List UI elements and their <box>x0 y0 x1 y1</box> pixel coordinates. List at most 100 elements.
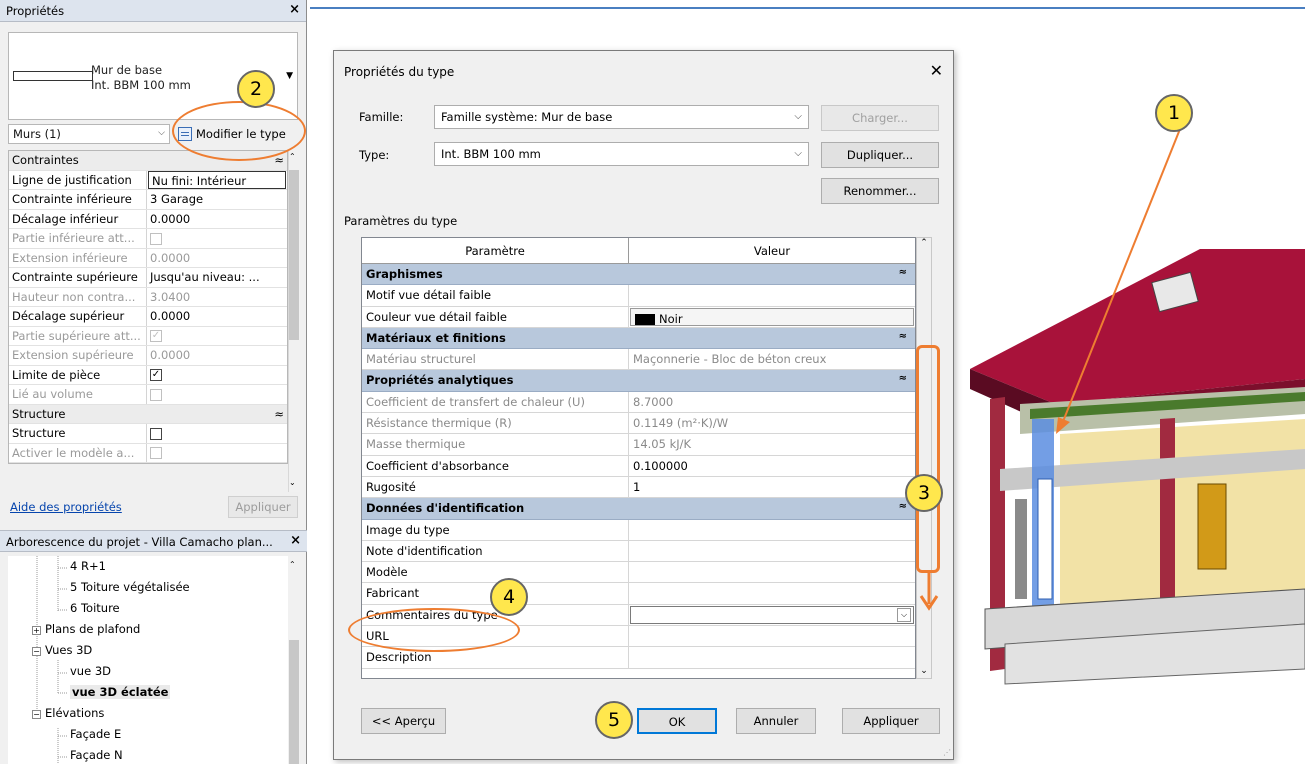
ok-button[interactable]: OK <box>637 708 717 734</box>
param-value[interactable] <box>629 541 915 561</box>
param-value[interactable]: 1 <box>629 477 915 497</box>
table-row[interactable]: Motif vue détail faible <box>362 285 915 307</box>
collapse-icon[interactable]: ≈ <box>899 373 911 387</box>
property-value[interactable] <box>147 366 287 385</box>
checkbox[interactable] <box>150 427 162 440</box>
scroll-up-icon[interactable]: ⌃ <box>289 152 296 161</box>
scroll-up-icon[interactable]: ⌃ <box>289 560 296 569</box>
chevron-down-icon[interactable]: ⌵ <box>897 607 911 622</box>
table-row[interactable]: Modèle <box>362 562 915 584</box>
table-row[interactable]: Rugosité 1 <box>362 476 915 499</box>
collapse-icon[interactable]: ≈ <box>899 331 911 345</box>
tree-node-toiture[interactable]: 6 Toiture <box>70 601 120 615</box>
annotation-ellipse-2 <box>172 101 306 161</box>
column-header-parameter[interactable]: Paramètre <box>362 238 629 263</box>
tree-node-elevations[interactable]: − Elévations <box>32 706 104 720</box>
type-properties-dialog: Propriétés du type ✕ Famille: Famille sy… <box>333 50 954 760</box>
property-row[interactable]: Décalage supérieur 0.0000 <box>9 307 287 327</box>
expand-icon[interactable]: + <box>32 626 41 635</box>
table-row[interactable]: Masse thermique 14.05 kJ/K <box>362 434 915 456</box>
collapse-icon[interactable]: − <box>32 710 41 719</box>
param-value[interactable]: ⌵ <box>629 605 915 625</box>
tree-node-facade-n[interactable]: Façade N <box>70 748 123 762</box>
partition-panel <box>1015 499 1027 599</box>
scroll-down-icon[interactable]: ⌄ <box>289 478 296 487</box>
dialog-apply-button[interactable]: Appliquer <box>842 708 940 734</box>
property-value[interactable]: Nu fini: Intérieur <box>148 170 286 189</box>
collapse-icon[interactable]: ≈ <box>274 407 284 422</box>
close-icon[interactable]: × <box>289 3 300 17</box>
group-header-materials[interactable]: Matériaux et finitions ≈ <box>362 327 915 350</box>
cancel-button[interactable]: Annuler <box>736 708 816 734</box>
tree-node-vue-3d[interactable]: vue 3D <box>70 664 111 678</box>
property-value[interactable]: 0.0000 <box>147 210 287 229</box>
param-value[interactable]: 0.1149 (m²·K)/W <box>629 413 915 433</box>
load-button[interactable]: Charger... <box>821 105 939 131</box>
properties-apply-button[interactable]: Appliquer <box>228 496 298 518</box>
param-value[interactable] <box>629 583 915 603</box>
property-row[interactable]: Contrainte inférieure 3 Garage <box>9 190 287 210</box>
collapse-icon[interactable]: − <box>32 647 41 656</box>
close-icon[interactable]: ✕ <box>930 61 943 80</box>
table-row[interactable]: Coefficient de transfert de chaleur (U) 8… <box>362 391 915 414</box>
properties-scrollbar-thumb[interactable] <box>289 170 299 340</box>
type-comments-input[interactable]: ⌵ <box>630 605 914 624</box>
resize-grip-icon[interactable]: ⋰ <box>943 748 951 757</box>
param-value[interactable]: 8.7000 <box>629 392 915 412</box>
category-selector[interactable]: Murs (1) ⌵ <box>8 124 170 144</box>
preview-button[interactable]: << Aperçu <box>361 708 446 734</box>
param-value[interactable]: Maçonnerie - Bloc de béton creux <box>629 349 915 369</box>
property-label: Contrainte inférieure <box>9 190 147 209</box>
property-label: Structure <box>9 424 147 443</box>
browser-scrollbar-thumb[interactable] <box>289 640 299 764</box>
collapse-icon[interactable]: ≈ <box>899 267 911 281</box>
family-combo[interactable]: Famille système: Mur de base ⌵ <box>434 105 809 129</box>
param-value[interactable] <box>629 285 915 305</box>
duplicate-button[interactable]: Dupliquer... <box>821 142 939 168</box>
table-row[interactable]: Couleur vue détail faible Noir <box>362 306 915 328</box>
property-row[interactable]: Décalage inférieur 0.0000 <box>9 209 287 229</box>
column-header-value[interactable]: Valeur <box>629 238 915 263</box>
scroll-down-icon[interactable]: ⌄ <box>917 666 931 676</box>
property-value[interactable]: Jusqu'au niveau: ... <box>147 268 287 287</box>
property-row[interactable]: Contrainte supérieure Jusqu'au niveau: ..… <box>9 268 287 288</box>
rename-button[interactable]: Renommer... <box>821 178 939 204</box>
table-row[interactable]: Matériau structurel Maçonnerie - Bloc de … <box>362 349 915 371</box>
property-row[interactable]: Limite de pièce <box>9 365 287 385</box>
scroll-up-icon[interactable]: ⌃ <box>917 238 931 248</box>
group-header-graphics[interactable]: Graphismes ≈ <box>362 264 915 286</box>
param-value[interactable] <box>629 562 915 582</box>
table-row[interactable]: Résistance thermique (R) 0.1149 (m²·K)/W <box>362 413 915 435</box>
table-row[interactable]: Fabricant <box>362 583 915 605</box>
tree-node-toiture-vegetalisee[interactable]: 5 Toiture végétalisée <box>70 580 190 594</box>
table-row[interactable]: Image du type <box>362 519 915 541</box>
chevron-down-icon[interactable]: ▼ <box>286 71 293 81</box>
group-header-analytical[interactable]: Propriétés analytiques ≈ <box>362 370 915 392</box>
tree-node-plans-de-plafond[interactable]: + Plans de plafond <box>32 622 140 636</box>
param-value[interactable]: 14.05 kJ/K <box>629 434 915 454</box>
table-row[interactable]: Note d'identification <box>362 540 915 563</box>
param-value[interactable] <box>629 647 915 667</box>
property-value[interactable]: 3 Garage <box>147 190 287 209</box>
group-header-identity[interactable]: Données d'identification ≈ <box>362 498 915 520</box>
tree-node-4-r1[interactable]: 4 R+1 <box>70 559 106 573</box>
type-combo[interactable]: Int. BBM 100 mm ⌵ <box>434 142 809 166</box>
close-icon[interactable]: × <box>290 534 301 547</box>
properties-title: Propriétés <box>6 4 65 18</box>
tree-node-vues-3d[interactable]: − Vues 3D <box>32 643 92 657</box>
tree-node-vue-3d-eclatee[interactable]: vue 3D éclatée <box>70 685 171 699</box>
tree-node-facade-e[interactable]: Façade E <box>70 727 121 741</box>
param-value[interactable] <box>629 520 915 540</box>
table-row[interactable]: Coefficient d'absorbance 0.100000 <box>362 455 915 477</box>
group-header-structure[interactable]: Structure ≈ <box>9 404 287 424</box>
property-row[interactable]: Structure <box>9 424 287 444</box>
property-value[interactable]: 0.0000 <box>147 307 287 326</box>
properties-help-link[interactable]: Aide des propriétés <box>10 500 122 514</box>
property-row[interactable]: Ligne de justification Nu fini: Intérieur <box>9 170 287 190</box>
family-value: Famille système: Mur de base <box>441 110 613 124</box>
param-value[interactable]: Noir <box>630 307 914 326</box>
param-value[interactable]: 0.100000 <box>629 456 915 476</box>
param-value[interactable] <box>629 626 915 646</box>
property-value[interactable] <box>147 424 287 443</box>
checkbox[interactable] <box>150 369 162 381</box>
